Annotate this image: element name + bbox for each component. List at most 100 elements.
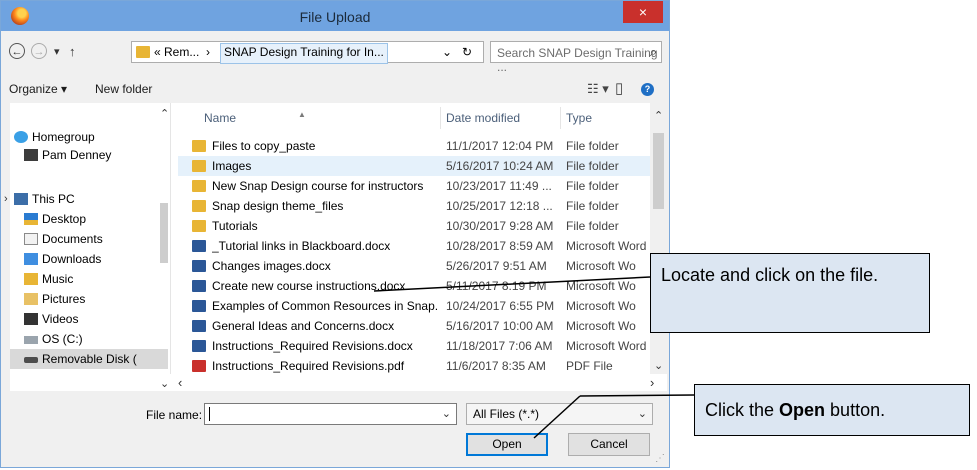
file-row[interactable]: Snap design theme_files 10/25/2017 12:18 … bbox=[178, 196, 650, 216]
browser-content: Homegroup Pam Denney › This PC Desktop D… bbox=[4, 103, 667, 391]
file-row[interactable]: Tutorials 10/30/2017 9:28 AM File folder bbox=[178, 216, 650, 236]
file-date: 5/11/2017 8:19 PM bbox=[446, 279, 547, 293]
file-name-dropdown-icon[interactable]: ⌄ bbox=[442, 407, 451, 420]
recent-locations-icon[interactable]: ▾ bbox=[54, 45, 60, 58]
file-name: Snap design theme_files bbox=[212, 199, 344, 213]
forward-icon[interactable]: → bbox=[31, 43, 47, 59]
pdf-file-icon bbox=[192, 360, 206, 372]
file-row[interactable]: Changes images.docx 5/26/2017 9:51 AM Micr… bbox=[178, 256, 650, 276]
title-bar[interactable]: File Upload × bbox=[1, 1, 669, 31]
address-box[interactable]: « Rem... › SNAP Design Training for In..… bbox=[131, 41, 484, 64]
sort-ascending-icon: ▲ bbox=[298, 110, 306, 119]
file-row[interactable]: Files to copy_paste 11/1/2017 12:04 PM Fil… bbox=[178, 136, 650, 156]
breadcrumb-parent[interactable]: « Rem... bbox=[154, 45, 199, 59]
word-document-icon bbox=[192, 260, 206, 272]
nav-item-removable-disk[interactable]: Removable Disk ( bbox=[10, 349, 168, 369]
file-date: 5/16/2017 10:00 AM bbox=[446, 319, 554, 333]
file-row[interactable]: Instructions_Required Revisions.docx 11/1… bbox=[178, 336, 650, 356]
file-type: File folder bbox=[566, 139, 619, 153]
file-row[interactable]: Create new course instructions.docx 5/11/… bbox=[178, 276, 650, 296]
music-icon bbox=[24, 273, 38, 285]
callout-locate-file: Locate and click on the file. bbox=[650, 253, 930, 333]
file-type: Microsoft Wo bbox=[566, 279, 636, 293]
close-button[interactable]: × bbox=[623, 1, 663, 23]
file-type: File folder bbox=[566, 199, 619, 213]
breadcrumb-current[interactable]: SNAP Design Training for In... bbox=[220, 43, 388, 64]
file-name: _Tutorial links in Blackboard.docx bbox=[212, 239, 391, 253]
file-date: 10/25/2017 12:18 ... bbox=[446, 199, 553, 213]
search-icon[interactable]: ⌕ bbox=[650, 44, 657, 60]
column-header-label: Name bbox=[204, 111, 237, 125]
file-type: File folder bbox=[566, 219, 619, 233]
column-header-date[interactable]: Date modified bbox=[446, 111, 520, 125]
file-name: Examples of Common Resources in Snap... bbox=[212, 299, 438, 313]
column-header-type[interactable]: Type bbox=[566, 111, 592, 125]
folder-icon bbox=[192, 180, 206, 192]
desktop-icon bbox=[24, 213, 38, 225]
folder-icon bbox=[192, 220, 206, 232]
toolbar: Organize ▾ New folder ☷ ▾ ▯ bbox=[1, 75, 669, 103]
window-title: File Upload bbox=[299, 9, 371, 25]
videos-icon bbox=[24, 313, 38, 325]
callout-open-prefix: Click the bbox=[705, 400, 780, 420]
address-dropdown-icon[interactable]: ⌄ bbox=[442, 45, 452, 59]
scrollbar-thumb[interactable] bbox=[653, 133, 664, 209]
column-divider[interactable] bbox=[440, 107, 441, 129]
column-header-name[interactable]: Name ▲ bbox=[204, 110, 306, 125]
horizontal-scrollbar[interactable]: ‹ › bbox=[170, 374, 667, 391]
file-upload-dialog: File Upload × ← → ▾ ↑ « Rem... › SNAP De… bbox=[0, 0, 670, 468]
breadcrumb-separator[interactable]: › bbox=[206, 45, 210, 59]
file-name: General Ideas and Concerns.docx bbox=[212, 319, 395, 333]
callout-open-suffix: button. bbox=[825, 400, 886, 420]
removable-disk-icon bbox=[24, 357, 38, 363]
word-document-icon bbox=[192, 320, 206, 332]
new-folder-button[interactable]: New folder bbox=[95, 82, 152, 96]
word-document-icon bbox=[192, 280, 206, 292]
up-folder-icon[interactable]: ↑ bbox=[69, 44, 76, 59]
view-options-icon[interactable]: ☷ ▾ bbox=[587, 81, 609, 97]
filter-dropdown-icon[interactable]: ⌄ bbox=[638, 407, 647, 420]
file-type-value: All Files (*.*) bbox=[473, 407, 540, 421]
open-button[interactable]: Open bbox=[466, 433, 548, 456]
file-name: Instructions_Required Revisions.pdf bbox=[212, 359, 405, 373]
computer-icon bbox=[14, 193, 28, 205]
file-date: 10/24/2017 6:55 PM bbox=[446, 299, 555, 313]
scroll-up-icon[interactable]: ⌃ bbox=[654, 109, 663, 122]
search-placeholder: Search SNAP Design Training ... bbox=[497, 46, 658, 74]
file-row[interactable]: Instructions_Required Revisions.pdf 11/6/… bbox=[178, 356, 650, 376]
search-input[interactable]: Search SNAP Design Training ... ⌕ bbox=[490, 41, 662, 74]
cancel-button[interactable]: Cancel bbox=[568, 433, 650, 456]
file-date: 11/18/2017 7:06 AM bbox=[446, 339, 553, 353]
file-name-input[interactable]: ⌄ bbox=[204, 403, 457, 425]
file-type-filter[interactable]: All Files (*.*) ⌄ bbox=[466, 403, 653, 425]
resize-grip-icon[interactable]: ⋰ bbox=[655, 453, 665, 464]
navigation-pane: Homegroup Pam Denney › This PC Desktop D… bbox=[4, 103, 171, 391]
drive-icon bbox=[24, 336, 38, 344]
help-icon[interactable]: ? bbox=[641, 83, 654, 96]
scroll-right-icon[interactable]: › bbox=[650, 375, 654, 390]
column-divider[interactable] bbox=[560, 107, 561, 129]
file-list-scrollbar[interactable]: ⌃ ⌄ bbox=[650, 103, 667, 374]
nav-item-label: This PC bbox=[32, 192, 75, 206]
refresh-icon[interactable]: ↻ bbox=[462, 45, 472, 59]
scroll-down-icon[interactable]: ⌄ bbox=[654, 359, 663, 372]
folder-icon bbox=[136, 46, 150, 58]
expand-icon[interactable]: › bbox=[4, 189, 8, 209]
file-row[interactable]: General Ideas and Concerns.docx 5/16/2017… bbox=[178, 316, 650, 336]
folder-icon bbox=[192, 160, 206, 172]
nav-item-label: Documents bbox=[42, 232, 103, 246]
scroll-left-icon[interactable]: ‹ bbox=[178, 375, 182, 390]
organize-menu[interactable]: Organize ▾ bbox=[9, 82, 67, 96]
user-icon bbox=[24, 149, 38, 161]
file-row[interactable]: _Tutorial links in Blackboard.docx 10/28/… bbox=[178, 236, 650, 256]
file-row[interactable]: New Snap Design course for instructors 10… bbox=[178, 176, 650, 196]
preview-pane-icon[interactable]: ▯ bbox=[615, 79, 623, 97]
nav-scroll-down-icon[interactable]: ⌄ bbox=[160, 377, 169, 390]
nav-scroll-up-icon[interactable]: ⌃ bbox=[160, 107, 169, 120]
file-row[interactable]: Examples of Common Resources in Snap... 1… bbox=[178, 296, 650, 316]
file-type: Microsoft Wo bbox=[566, 259, 636, 273]
nav-scrollbar-thumb[interactable] bbox=[160, 203, 168, 263]
file-row[interactable]: Images 5/16/2017 10:24 AM File folder bbox=[178, 156, 650, 176]
back-icon[interactable]: ← bbox=[9, 43, 25, 59]
pictures-icon bbox=[24, 293, 38, 305]
